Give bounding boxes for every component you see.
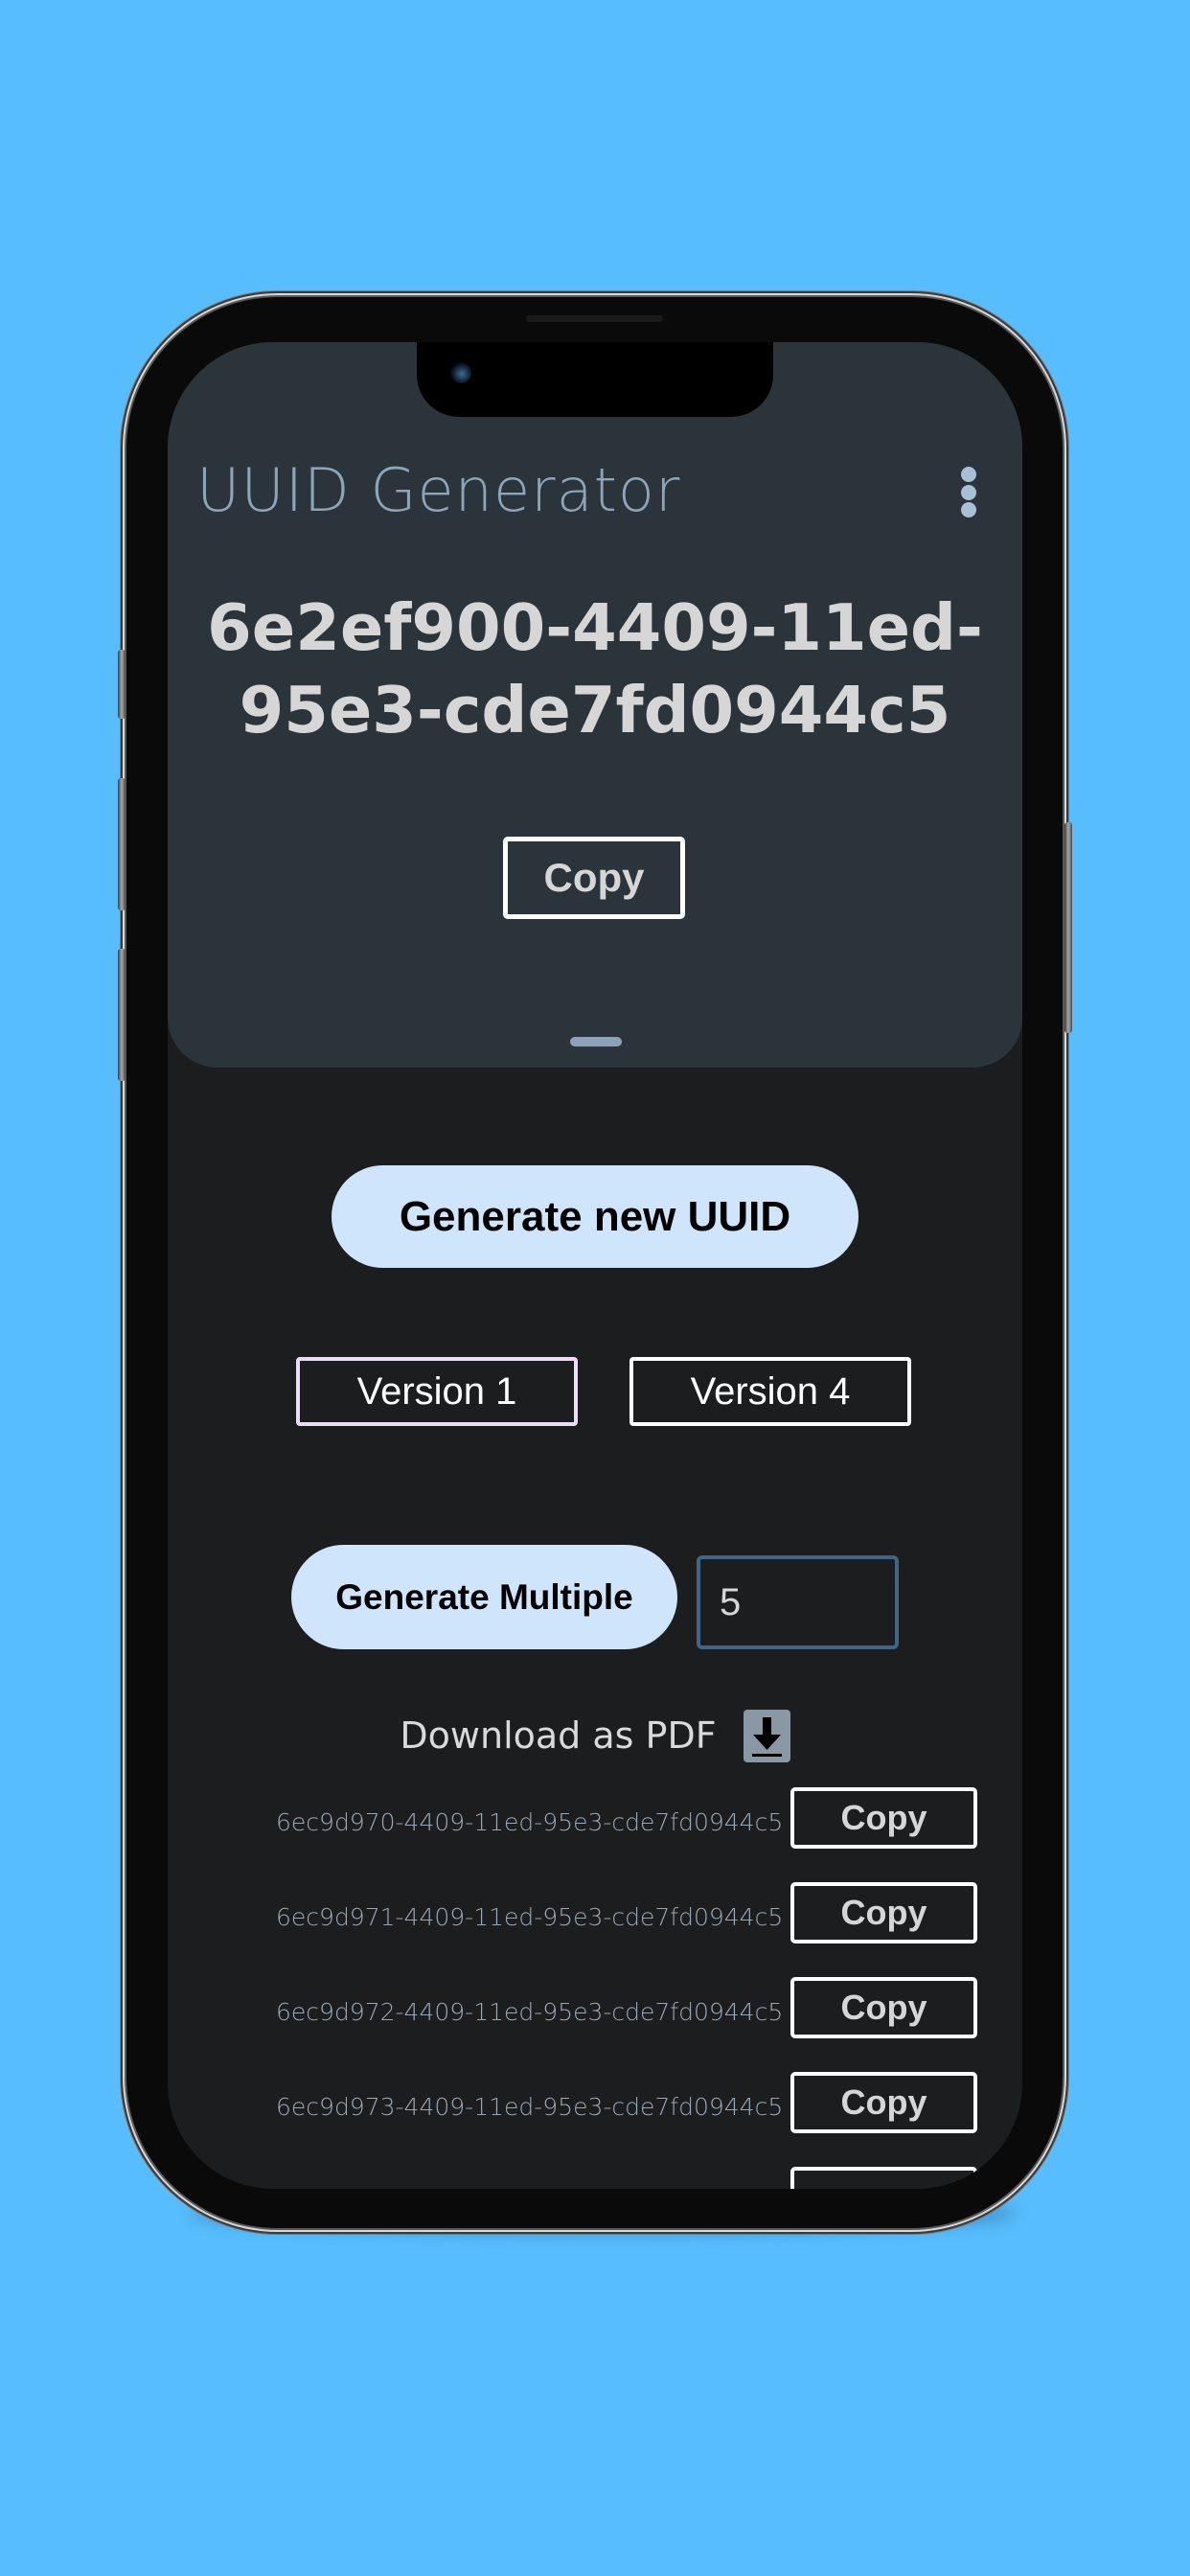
list-item: 6ec9d973-4409-11ed-95e3-cde7fd0944c5 Cop… [168, 2072, 1022, 2167]
phone-volume-down-button [118, 949, 126, 1081]
uuid-list: 6ec9d970-4409-11ed-95e3-cde7fd0944c5 Cop… [168, 1787, 1022, 2189]
app-screen: UUID Generator 6e2ef900-4409-11ed-95e3-c… [168, 342, 1022, 2189]
download-pdf-row: Download as PDF [168, 1707, 1022, 1764]
list-item-uuid: 6ec9d970-4409-11ed-95e3-cde7fd0944c5 [276, 1808, 784, 1836]
list-item-copy-button[interactable] [790, 2167, 977, 2189]
list-item: 6ec9d970-4409-11ed-95e3-cde7fd0944c5 Cop… [168, 1787, 1022, 1882]
version-4-button[interactable]: Version 4 [629, 1357, 911, 1426]
count-input[interactable] [697, 1555, 899, 1649]
list-item-uuid: 6ec9d971-4409-11ed-95e3-cde7fd0944c5 [276, 1903, 784, 1931]
list-item-copy-button[interactable]: Copy [790, 1882, 977, 1944]
download-pdf-label: Download as PDF [400, 1714, 717, 1757]
current-uuid: 6e2ef900-4409-11ed-95e3-cde7fd0944c5 [207, 590, 983, 748]
drag-handle[interactable] [570, 1037, 622, 1046]
copy-current-uuid-button[interactable]: Copy [503, 837, 685, 919]
speaker-grille [526, 315, 663, 322]
list-item-copy-button[interactable]: Copy [790, 1977, 977, 2038]
phone-notch [417, 342, 773, 417]
generate-new-uuid-button[interactable]: Generate new UUID [332, 1165, 858, 1268]
app-title: UUID Generator [196, 455, 681, 525]
phone-volume-up-button [118, 778, 126, 910]
list-item-copy-button[interactable]: Copy [790, 2072, 977, 2133]
list-item: 6ec9d972-4409-11ed-95e3-cde7fd0944c5 Cop… [168, 1977, 1022, 2072]
generate-multiple-button[interactable]: Generate Multiple [291, 1545, 677, 1649]
header-panel: UUID Generator 6e2ef900-4409-11ed-95e3-c… [168, 342, 1022, 1068]
download-icon[interactable] [743, 1709, 790, 1762]
phone-side-button [118, 650, 126, 719]
list-item [168, 2167, 1022, 2189]
list-item-uuid: 6ec9d972-4409-11ed-95e3-cde7fd0944c5 [276, 1998, 784, 2026]
version-1-button[interactable]: Version 1 [296, 1357, 578, 1426]
more-vertical-icon[interactable] [959, 467, 978, 524]
list-item: 6ec9d971-4409-11ed-95e3-cde7fd0944c5 Cop… [168, 1882, 1022, 1977]
list-item-uuid: 6ec9d973-4409-11ed-95e3-cde7fd0944c5 [276, 2093, 784, 2121]
list-item-copy-button[interactable]: Copy [790, 1787, 977, 1849]
phone-power-button [1064, 822, 1072, 1033]
front-camera [450, 362, 471, 383]
